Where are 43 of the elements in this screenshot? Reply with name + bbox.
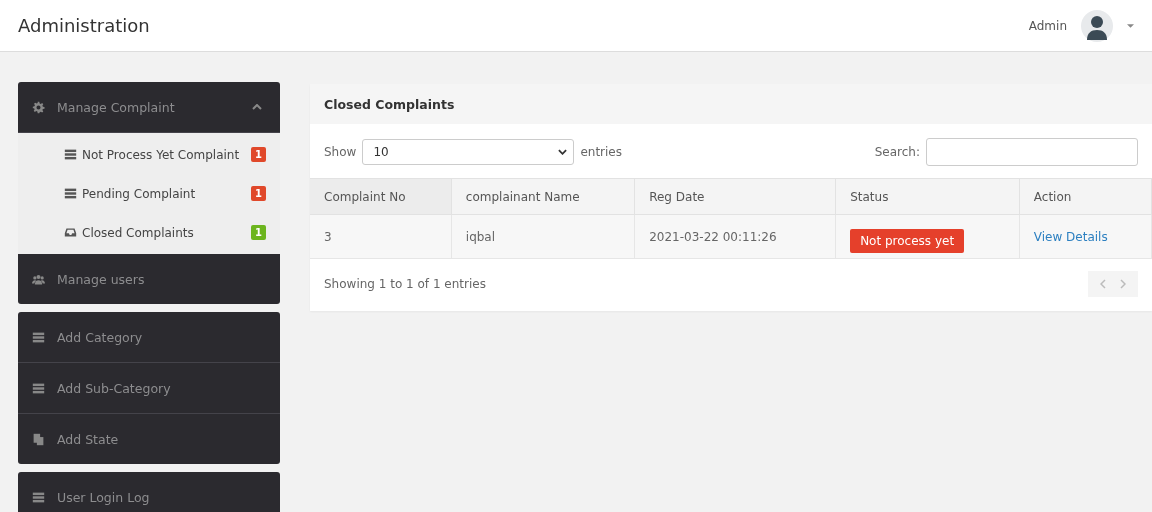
entries-label: entries <box>580 145 622 159</box>
users-icon <box>32 272 45 286</box>
column-header[interactable]: Action <box>1019 178 1152 215</box>
sidebar-item[interactable]: Add Category <box>18 312 280 363</box>
inbox-icon <box>64 226 77 239</box>
list-icon <box>64 187 77 200</box>
list-icon <box>32 381 45 395</box>
gear-icon <box>32 100 45 114</box>
sidebar-item[interactable]: Manage users <box>18 254 280 304</box>
table-cell: 3 <box>310 214 452 259</box>
page-title: Administration <box>18 15 150 36</box>
sidebar-item[interactable]: Add State <box>18 414 280 464</box>
submenu-item[interactable]: Closed Complaints 1 <box>18 213 280 252</box>
list-icon <box>64 148 77 161</box>
user-name: Admin <box>1028 18 1067 33</box>
view-details-link[interactable]: View Details <box>1033 229 1108 244</box>
count-badge: 1 <box>251 147 266 162</box>
chevron-up-icon[interactable] <box>252 104 262 110</box>
caret-icon[interactable] <box>1127 23 1134 28</box>
panel-title: Closed Complaints <box>324 96 455 112</box>
show-label: Show <box>324 145 357 159</box>
column-header[interactable]: Reg Date <box>634 178 836 215</box>
sidebar-item[interactable]: User Login Log <box>18 472 280 512</box>
column-header[interactable]: Status <box>835 178 1020 215</box>
avatar-icon[interactable] <box>1081 9 1113 42</box>
copy-icon <box>32 432 45 446</box>
status-badge: Not process yet <box>850 228 965 253</box>
count-badge: 1 <box>251 225 266 240</box>
list-icon <box>32 490 45 504</box>
submenu-item[interactable]: Not Process Yet Complaint 1 <box>18 135 280 174</box>
list-icon <box>32 330 45 344</box>
search-label: Search: <box>874 145 920 159</box>
entries-info: Showing 1 to 1 of 1 entries <box>324 277 486 291</box>
table-cell: iqbal <box>451 214 635 259</box>
search-field[interactable] <box>926 138 1138 166</box>
chevron-down-icon[interactable] <box>558 149 568 155</box>
sidebar-item[interactable]: Add Sub-Category <box>18 363 280 414</box>
table-cell: 2021-03-22 00:11:26 <box>634 214 836 259</box>
column-header[interactable]: Complaint No <box>310 178 452 215</box>
submenu-item[interactable]: Pending Complaint 1 <box>18 174 280 213</box>
page-size-select[interactable]: 10 <box>362 139 575 165</box>
count-badge: 1 <box>251 186 266 201</box>
column-header[interactable]: complainant Name <box>451 178 635 215</box>
